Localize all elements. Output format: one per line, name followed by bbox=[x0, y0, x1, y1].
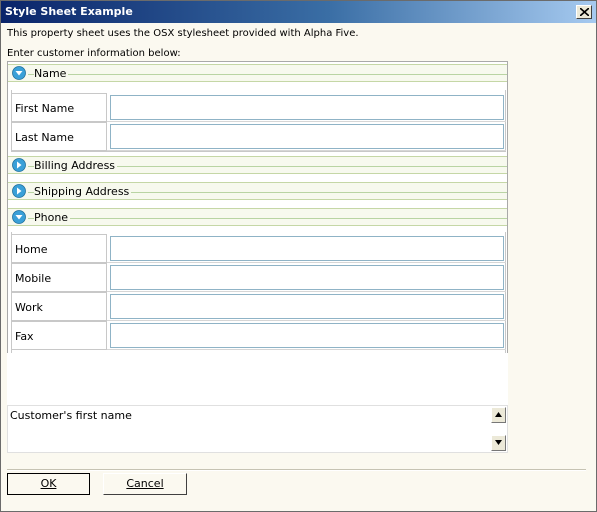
close-icon bbox=[580, 8, 589, 16]
close-button[interactable] bbox=[576, 5, 592, 19]
last-name-label: Last Name bbox=[11, 122, 107, 151]
home-phone-input[interactable] bbox=[110, 236, 504, 261]
section-shipping-label: Shipping Address bbox=[34, 185, 132, 198]
divider bbox=[28, 218, 507, 219]
window-title: Style Sheet Example bbox=[5, 5, 133, 18]
description-box: Customer's first name bbox=[7, 405, 508, 453]
section-billing-label: Billing Address bbox=[34, 159, 118, 172]
work-label: Work bbox=[11, 292, 107, 321]
expand-arrow-icon[interactable] bbox=[12, 184, 26, 198]
scroll-up-button[interactable] bbox=[491, 407, 506, 423]
dialog-window: Style Sheet Example This property sheet … bbox=[0, 0, 597, 512]
divider bbox=[8, 64, 507, 65]
section-phone-header[interactable]: Phone bbox=[8, 208, 507, 226]
field-row-first-name: First Name bbox=[11, 93, 506, 122]
divider bbox=[8, 199, 507, 200]
instruction-label: Enter customer information below: bbox=[7, 48, 181, 59]
collapse-arrow-icon[interactable] bbox=[12, 210, 26, 224]
title-bar[interactable]: Style Sheet Example bbox=[1, 1, 596, 23]
button-divider bbox=[7, 469, 586, 471]
scroll-down-arrow-icon bbox=[495, 440, 502, 445]
field-description: Customer's first name bbox=[10, 409, 132, 422]
mobile-phone-input[interactable] bbox=[110, 265, 504, 290]
cancel-button-label: Cancel bbox=[126, 477, 164, 490]
first-name-label: First Name bbox=[11, 93, 107, 122]
scroll-up-arrow-icon bbox=[495, 412, 502, 417]
divider bbox=[28, 74, 507, 75]
first-name-input[interactable] bbox=[110, 95, 504, 120]
cancel-button[interactable]: Cancel bbox=[103, 473, 187, 495]
field-row-mobile: Mobile bbox=[11, 263, 506, 292]
divider bbox=[8, 173, 507, 174]
ok-button[interactable]: OK bbox=[7, 473, 90, 495]
field-row-last-name: Last Name bbox=[11, 122, 506, 151]
section-name-label: Name bbox=[34, 67, 69, 80]
divider bbox=[8, 156, 507, 157]
intro-text: This property sheet uses the OSX stylesh… bbox=[7, 28, 359, 39]
section-shipping-header[interactable]: Shipping Address bbox=[8, 182, 507, 200]
fax-label: Fax bbox=[11, 321, 107, 350]
section-phone-label: Phone bbox=[34, 211, 71, 224]
divider bbox=[8, 182, 507, 183]
mobile-label: Mobile bbox=[11, 263, 107, 292]
property-sheet: Name First Name Last Name Billing Addres… bbox=[7, 61, 508, 353]
section-name-header[interactable]: Name bbox=[8, 64, 507, 82]
last-name-input[interactable] bbox=[110, 124, 504, 149]
field-row-fax: Fax bbox=[11, 321, 506, 350]
section-billing-header[interactable]: Billing Address bbox=[8, 156, 507, 174]
divider bbox=[8, 81, 507, 82]
scroll-down-button[interactable] bbox=[491, 435, 506, 451]
divider bbox=[8, 208, 507, 209]
field-row-home: Home bbox=[11, 234, 506, 263]
blank-area bbox=[7, 353, 508, 405]
fax-input[interactable] bbox=[110, 323, 504, 348]
expand-arrow-icon[interactable] bbox=[12, 158, 26, 172]
home-label: Home bbox=[11, 234, 107, 263]
ok-button-label: OK bbox=[40, 477, 57, 490]
field-row-work: Work bbox=[11, 292, 506, 321]
divider bbox=[8, 225, 507, 226]
collapse-arrow-icon[interactable] bbox=[12, 66, 26, 80]
work-phone-input[interactable] bbox=[110, 294, 504, 319]
